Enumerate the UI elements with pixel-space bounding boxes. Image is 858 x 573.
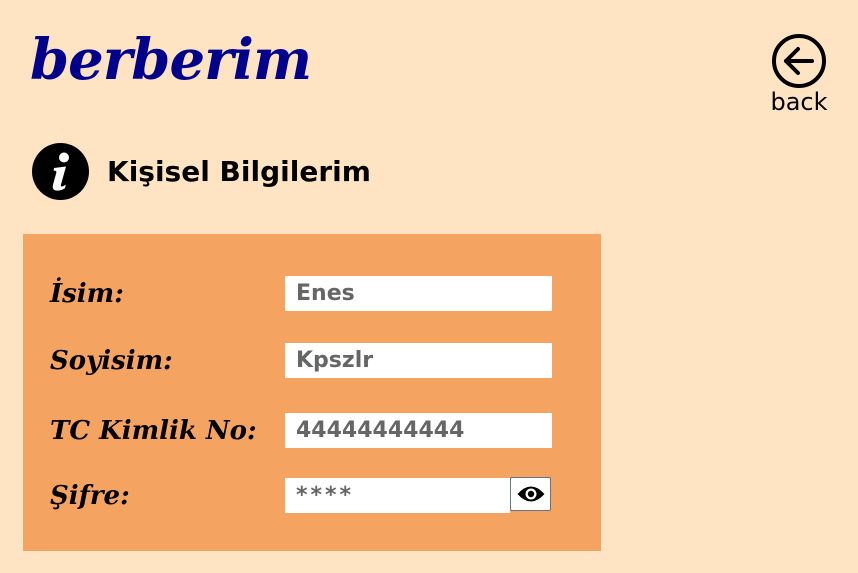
section-header: Kişisel Bilgilerim [32,142,371,200]
section-title: Kişisel Bilgilerim [107,154,371,188]
tc-input[interactable] [285,413,552,448]
name-input[interactable] [285,276,552,311]
surname-label: Soyisim: [50,346,173,376]
tc-label: TC Kimlik No: [50,416,257,446]
password-input[interactable] [285,478,510,513]
name-label: İsim: [50,279,124,309]
surname-input[interactable] [285,343,552,378]
back-label: back [770,88,828,116]
arrow-left-circle-icon [772,34,826,88]
back-button[interactable]: back [766,33,832,114]
personal-info-panel: İsim: Soyisim: TC Kimlik No: Şifre: [23,234,601,551]
info-icon [32,142,89,200]
app-logo: berberim [30,27,312,93]
show-password-button[interactable] [510,477,551,511]
password-label: Şifre: [50,481,130,511]
eye-icon [517,486,544,502]
